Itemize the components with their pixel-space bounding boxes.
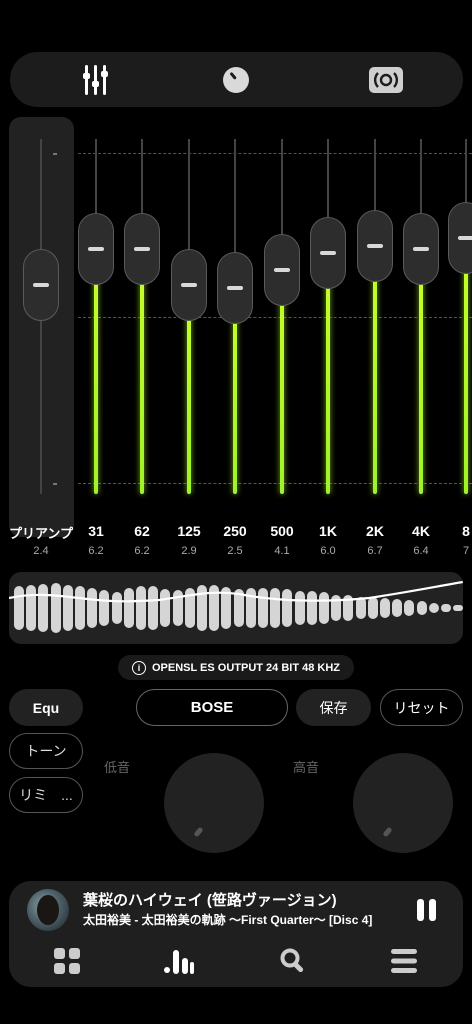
slider-knob[interactable]	[124, 213, 160, 286]
band-slider-125-label: 125	[177, 523, 201, 539]
tick-mark	[53, 153, 57, 155]
tick-mark	[53, 483, 57, 485]
search-icon[interactable]	[277, 945, 309, 977]
band-slider-250-value: 2.5	[227, 545, 243, 557]
preset-button[interactable]: BOSE	[136, 689, 288, 726]
preamp-slider[interactable]	[21, 117, 61, 557]
band-slider-62-value: 6.2	[134, 545, 150, 557]
slider-knob[interactable]	[171, 248, 207, 321]
treble-dial-marker	[382, 826, 393, 838]
band-slider-1k-value: 6.0	[320, 545, 336, 557]
band-slider-31-label: 31	[88, 523, 104, 539]
slider-knob[interactable]	[23, 248, 59, 321]
slider-fill	[326, 252, 330, 494]
band-slider-2k-value: 6.7	[367, 545, 383, 557]
slider-fill	[419, 249, 423, 494]
grid-icon[interactable]	[51, 945, 83, 977]
equalizer-sliders: プリアンプ 2.4 31 6.2 62 6.2 125 2.9 250 2.5 500 4.1 1K 6.…	[0, 117, 472, 577]
band-slider-4k[interactable]	[401, 117, 441, 557]
output-info-badge[interactable]: i OPENSL ES OUTPUT 24 BIT 48 KHZ	[118, 655, 354, 680]
slider-fill	[140, 249, 144, 494]
album-art	[27, 889, 69, 931]
band-slider-31[interactable]	[76, 117, 116, 557]
slider-knob[interactable]	[217, 252, 253, 325]
pause-icon[interactable]	[417, 899, 441, 921]
top-tab-bar	[10, 52, 463, 107]
band-slider-2k-label: 2K	[366, 523, 384, 539]
preamp-slider-value: 2.4	[33, 545, 49, 557]
slider-knob[interactable]	[264, 234, 300, 307]
band-slider-500-value: 4.1	[274, 545, 290, 557]
band-slider-8-value: 7	[462, 545, 470, 557]
bass-dial-marker	[193, 826, 204, 838]
band-slider-1k-label: 1K	[319, 523, 337, 539]
slider-fill	[94, 249, 98, 494]
reset-button[interactable]: リセット	[380, 689, 463, 726]
band-slider-8-label: 8	[462, 523, 470, 539]
now-playing-bar[interactable]: 葉桜のハイウェイ (笹路ヴァージョン) 太田裕美 - 太田裕美の軌跡 〜Firs…	[9, 881, 463, 987]
band-slider-1k[interactable]	[308, 117, 348, 557]
song-artist: 太田裕美 - 太田裕美の軌跡 〜First Quarter〜 [Disc 4]	[83, 913, 373, 927]
slider-knob[interactable]	[310, 216, 346, 289]
band-slider-2k[interactable]	[355, 117, 395, 557]
slider-knob[interactable]	[357, 209, 393, 282]
knob-icon[interactable]	[206, 52, 266, 107]
slider-fill	[373, 245, 377, 494]
band-slider-4k-value: 6.4	[413, 545, 429, 557]
song-title: 葉桜のハイウェイ (笹路ヴァージョン)	[83, 892, 337, 909]
band-slider-4k-label: 4K	[412, 523, 430, 539]
band-slider-125[interactable]	[169, 117, 209, 557]
bass-label: 低音	[104, 760, 131, 775]
bars-icon[interactable]	[163, 945, 195, 977]
save-button[interactable]: 保存	[296, 689, 371, 726]
treble-dial[interactable]	[353, 753, 453, 853]
info-icon: i	[131, 660, 146, 675]
treble-label: 高音	[293, 760, 320, 775]
menu-icon[interactable]	[388, 945, 420, 977]
bass-dial[interactable]	[164, 753, 264, 853]
slider-knob[interactable]	[78, 213, 114, 286]
output-info-text: OPENSL ES OUTPUT 24 BIT 48 KHZ	[151, 661, 341, 674]
band-slider-250[interactable]	[215, 117, 255, 557]
band-slider-250-label: 250	[223, 523, 247, 539]
band-slider-62-label: 62	[134, 523, 150, 539]
tone-button[interactable]: トーン	[9, 733, 83, 769]
band-slider-500-label: 500	[270, 523, 294, 539]
slider-knob[interactable]	[448, 202, 472, 275]
equalizer-icon[interactable]	[66, 52, 126, 107]
limiter-button[interactable]: リミ ...	[9, 777, 83, 813]
spectrum-visualizer	[9, 572, 463, 644]
band-slider-62[interactable]	[122, 117, 162, 557]
band-slider-500[interactable]	[262, 117, 302, 557]
preamp-slider-label: プリアンプ	[8, 526, 74, 541]
slider-fill	[464, 238, 468, 494]
equ-button[interactable]: Equ	[9, 689, 83, 726]
slider-knob[interactable]	[403, 213, 439, 286]
band-slider-31-value: 6.2	[88, 545, 104, 557]
frequency-response-curve	[9, 580, 463, 603]
band-slider-125-value: 2.9	[181, 545, 197, 557]
band-slider-8[interactable]	[446, 117, 472, 557]
speaker-icon[interactable]	[356, 52, 416, 107]
